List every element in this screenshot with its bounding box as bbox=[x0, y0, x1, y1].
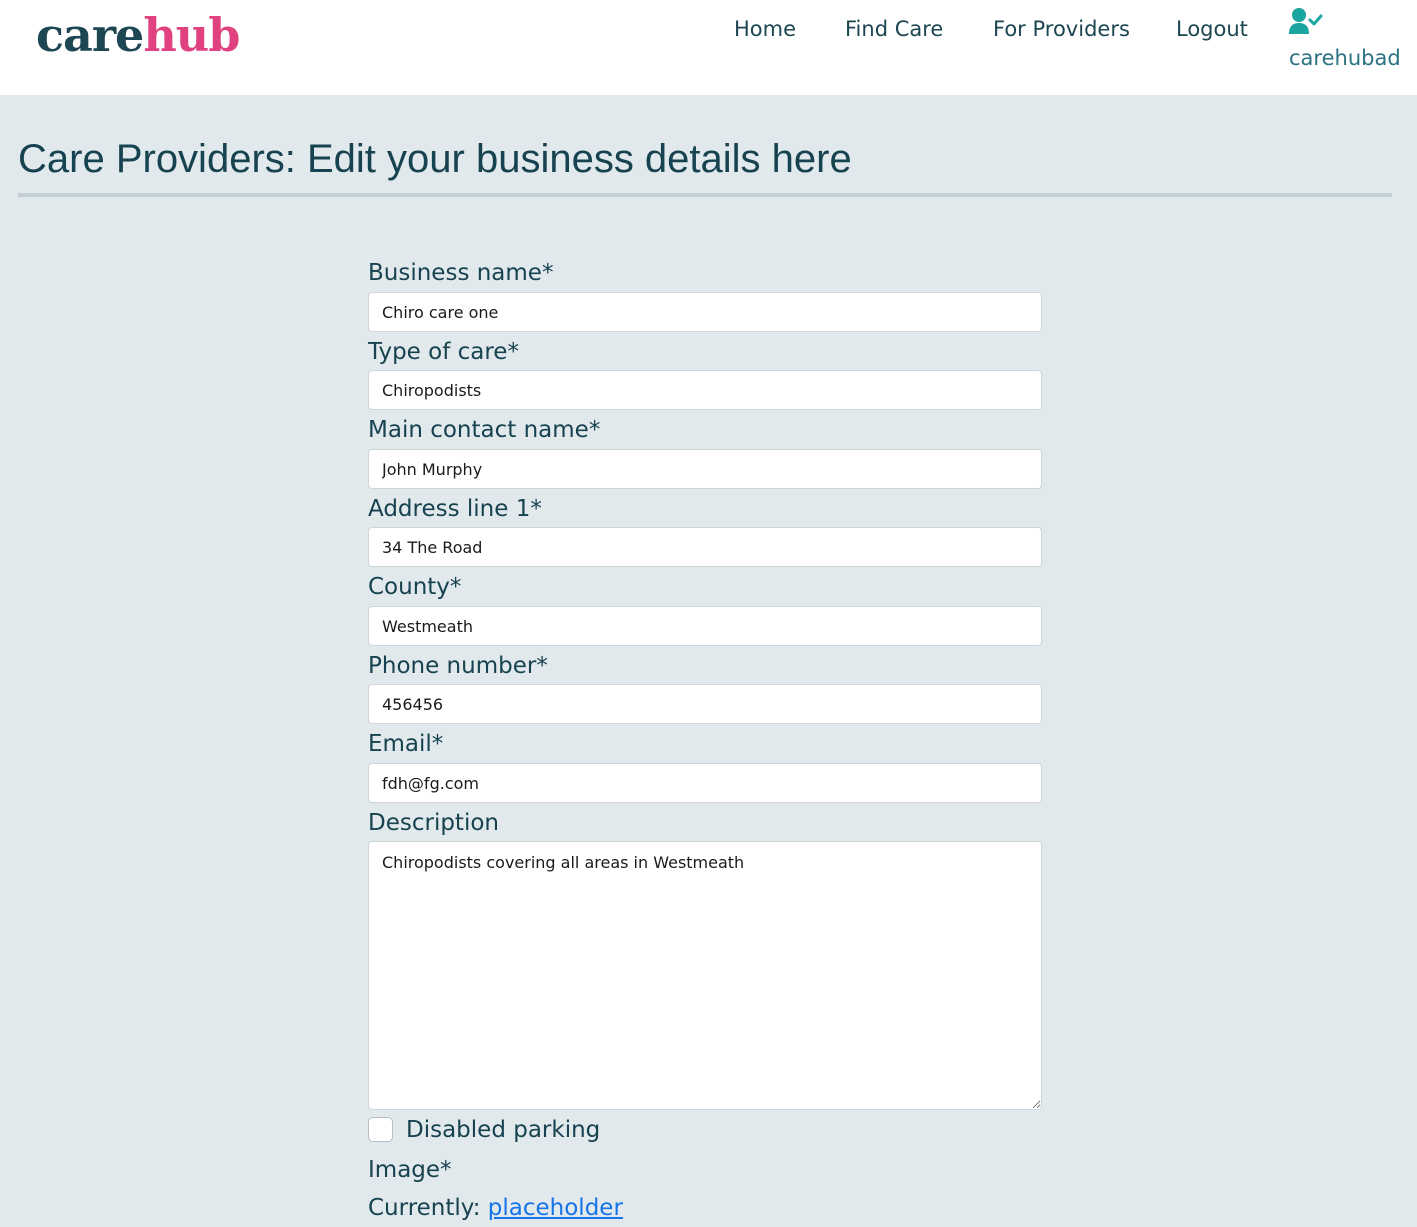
nav-find-care-link[interactable]: Find Care bbox=[845, 14, 943, 44]
email-label: Email* bbox=[368, 731, 444, 757]
county-label: County* bbox=[368, 574, 462, 600]
title-divider bbox=[18, 193, 1392, 197]
nav-for-providers-link[interactable]: For Providers bbox=[993, 14, 1130, 44]
disabled-parking-label[interactable]: Disabled parking bbox=[406, 1115, 600, 1145]
email-input[interactable] bbox=[368, 763, 1042, 803]
contact-name-label: Main contact name* bbox=[368, 417, 601, 443]
username-label[interactable]: carehubad bbox=[1289, 44, 1401, 72]
address-line1-label: Address line 1* bbox=[368, 496, 542, 522]
logo-text-care: care bbox=[36, 8, 144, 62]
nav-home-link[interactable]: Home bbox=[734, 14, 796, 44]
description-textarea[interactable]: Chiropodists covering all areas in Westm… bbox=[368, 841, 1042, 1110]
contact-name-input[interactable] bbox=[368, 449, 1042, 489]
image-placeholder-link[interactable]: placeholder bbox=[488, 1195, 623, 1221]
image-label: Image* bbox=[368, 1157, 452, 1183]
description-label: Description bbox=[368, 810, 499, 836]
type-of-care-input[interactable] bbox=[368, 370, 1042, 410]
image-currently-row: Currently: placeholder bbox=[368, 1193, 623, 1223]
county-input[interactable] bbox=[368, 606, 1042, 646]
phone-input[interactable] bbox=[368, 684, 1042, 724]
currently-label: Currently: bbox=[368, 1195, 481, 1221]
disabled-parking-checkbox[interactable] bbox=[368, 1117, 393, 1142]
carehub-logo[interactable]: carehub bbox=[36, 5, 240, 65]
logo-text-hub: hub bbox=[143, 8, 240, 62]
navbar: carehub Home Find Care For Providers Log… bbox=[0, 0, 1417, 95]
business-name-label: Business name* bbox=[368, 260, 554, 286]
type-of-care-label: Type of care* bbox=[368, 339, 519, 365]
nav-logout-link[interactable]: Logout bbox=[1176, 14, 1248, 44]
page-title: Care Providers: Edit your business detai… bbox=[18, 137, 852, 181]
user-check-icon bbox=[1289, 7, 1323, 39]
phone-label: Phone number* bbox=[368, 653, 548, 679]
business-name-input[interactable] bbox=[368, 292, 1042, 332]
address-line1-input[interactable] bbox=[368, 527, 1042, 567]
